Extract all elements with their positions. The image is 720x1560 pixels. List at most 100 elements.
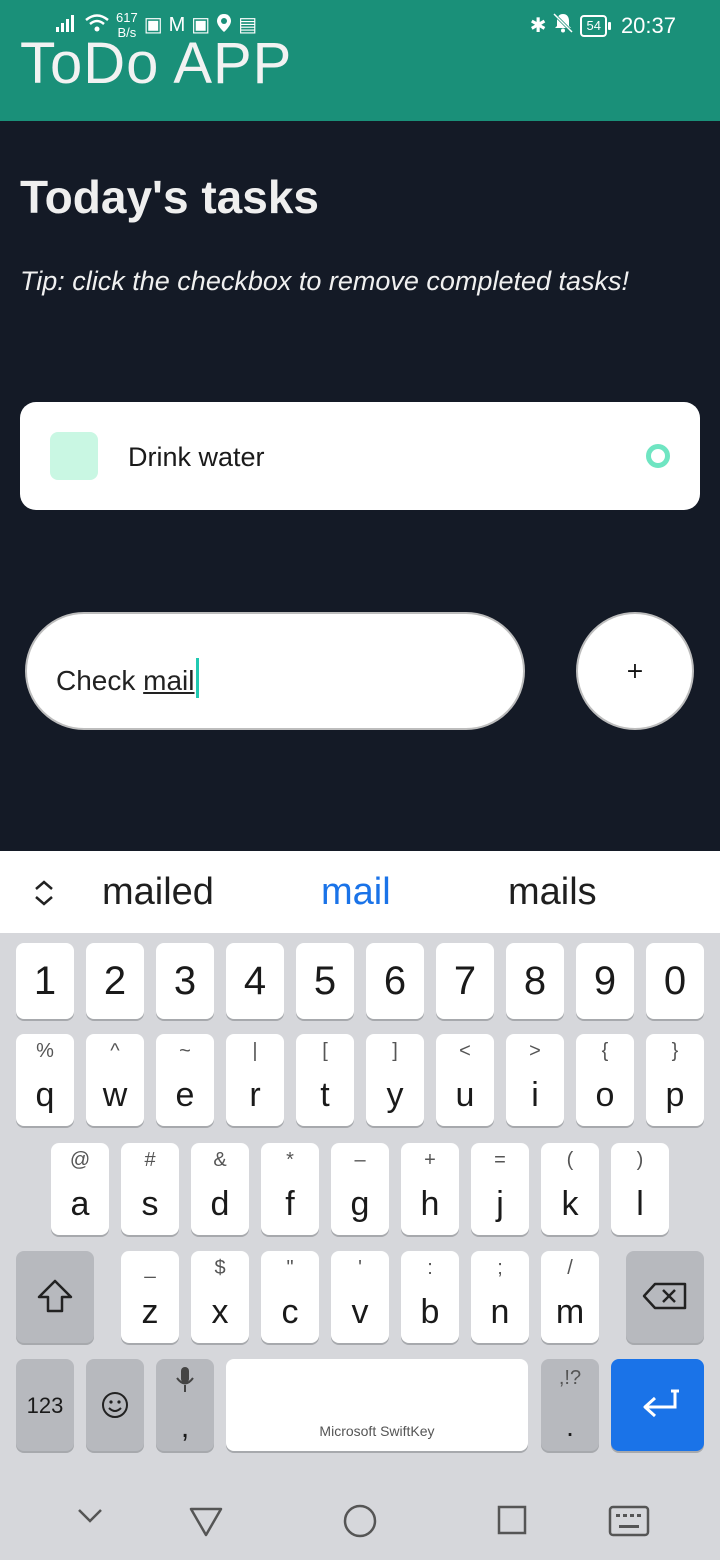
key-p[interactable]: } p [646,1034,704,1126]
enter-key[interactable] [611,1359,704,1451]
key-c-alt: " [286,1257,294,1279]
numbers-key[interactable]: 123 [16,1359,74,1451]
key-6-label: 6 [383,959,407,1003]
key-y-label: y [386,1076,404,1114]
task-input[interactable]: Check mail [25,612,525,730]
key-v[interactable]: ' v [331,1251,389,1343]
key-g-alt: – [354,1149,366,1171]
key-i[interactable]: > i [506,1034,564,1126]
key-y-alt: ] [392,1040,398,1062]
key-b-label: b [420,1293,440,1331]
key-f-alt: * [286,1149,294,1171]
key-q-label: q [35,1076,55,1114]
key-m-label: m [555,1293,585,1331]
key-4-label: 4 [243,959,267,1003]
key-2-label: 2 [103,959,127,1003]
key-u[interactable]: < u [436,1034,494,1126]
key-r[interactable]: | r [226,1034,284,1126]
key-a[interactable]: @ a [51,1143,109,1235]
key-y[interactable]: ] y [366,1034,424,1126]
key-n[interactable]: ; n [471,1251,529,1343]
key-5[interactable]: 5 [296,943,354,1019]
key-d[interactable]: & d [191,1143,249,1235]
key-1[interactable]: 1 [16,943,74,1019]
key-t[interactable]: [t [296,1034,354,1126]
key-g-label: g [350,1185,370,1223]
key-3[interactable]: 3 [156,943,214,1019]
key-0[interactable]: 0 [646,943,704,1019]
key-x[interactable]: $ x [191,1251,249,1343]
key-c[interactable]: " c [261,1251,319,1343]
punctuation-key-label: . [566,1411,574,1442]
suggestion-1[interactable]: mailed [102,871,214,914]
key-t-label: t [320,1076,330,1114]
backspace-icon [641,1281,689,1316]
key-z[interactable]: _ z [121,1251,179,1343]
home-icon[interactable] [342,1503,378,1543]
emoji-key[interactable] [86,1359,144,1451]
key-8[interactable]: 8 [506,943,564,1019]
space-key[interactable]: Microsoft SwiftKey [226,1359,528,1451]
key-s[interactable]: # s [121,1143,179,1235]
suggestion-3[interactable]: mails [508,871,597,914]
hide-keyboard-icon[interactable] [76,1505,104,1529]
key-m[interactable]: / m [541,1251,599,1343]
punctuation-key[interactable]: ,!? . [541,1359,599,1451]
task-item[interactable]: Drink water [20,402,700,510]
key-3-label: 3 [173,959,197,1003]
suggestion-2[interactable]: mail [321,871,391,914]
task-checkbox[interactable] [646,444,670,468]
key-4[interactable]: 4 [226,943,284,1019]
key-j[interactable]: = j [471,1143,529,1235]
task-input-value[interactable]: Check mail [56,658,199,698]
key-j-label: j [496,1185,504,1223]
task-input-prefix: Check [56,665,144,696]
key-i-label: i [531,1076,539,1114]
shift-key[interactable] [16,1251,94,1343]
numbers-key-label: 123 [26,1393,64,1418]
key-e[interactable]: ~ e [156,1034,214,1126]
app-bar: 617 B/s ▣ M ▣ ▤ ✱ 54 20:37 ToDo APP [0,0,720,121]
key-o[interactable]: {o [576,1034,634,1126]
page-heading: Today's tasks [20,171,319,223]
expand-toolbar-icon[interactable] [30,873,58,913]
key-a-label: a [70,1185,90,1223]
key-l[interactable]: ) l [611,1143,669,1235]
key-5-label: 5 [313,959,337,1003]
key-v-label: v [351,1293,369,1331]
back-icon[interactable] [188,1505,224,1543]
key-z-label: z [141,1293,159,1331]
key-l-label: l [636,1185,644,1223]
space-key-label: Microsoft SwiftKey [319,1423,435,1439]
key-w-label: w [102,1076,128,1114]
key-g[interactable]: – g [331,1143,389,1235]
recents-icon[interactable] [496,1504,528,1540]
key-9[interactable]: 9 [576,943,634,1019]
task-input-word: mail [143,665,195,696]
keyboard-icon[interactable] [608,1505,650,1541]
key-7[interactable]: 7 [436,943,494,1019]
key-e-label: e [175,1076,195,1114]
key-v-alt: ' [358,1257,362,1279]
key-m-alt: / [567,1257,573,1279]
key-h-alt: + [424,1149,436,1171]
key-6[interactable]: 6 [366,943,424,1019]
key-2[interactable]: 2 [86,943,144,1019]
key-h[interactable]: + h [401,1143,459,1235]
key-e-alt: ~ [179,1040,191,1062]
backspace-key[interactable] [626,1251,704,1343]
key-k[interactable]: (k [541,1143,599,1235]
key-w[interactable]: ^ w [86,1034,144,1126]
key-o-label: o [595,1076,615,1114]
key-h-label: h [420,1185,440,1223]
clock: 20:37 [620,12,676,38]
key-c-label: c [281,1293,299,1331]
comma-key[interactable]: , [156,1359,214,1451]
task-square-icon [50,432,98,480]
key-b[interactable]: :b [401,1251,459,1343]
key-q[interactable]: % q [16,1034,74,1126]
key-t-alt: [ [322,1040,328,1062]
key-f[interactable]: * f [261,1143,319,1235]
add-task-button[interactable]: + [576,612,694,730]
key-d-alt: & [213,1149,227,1171]
